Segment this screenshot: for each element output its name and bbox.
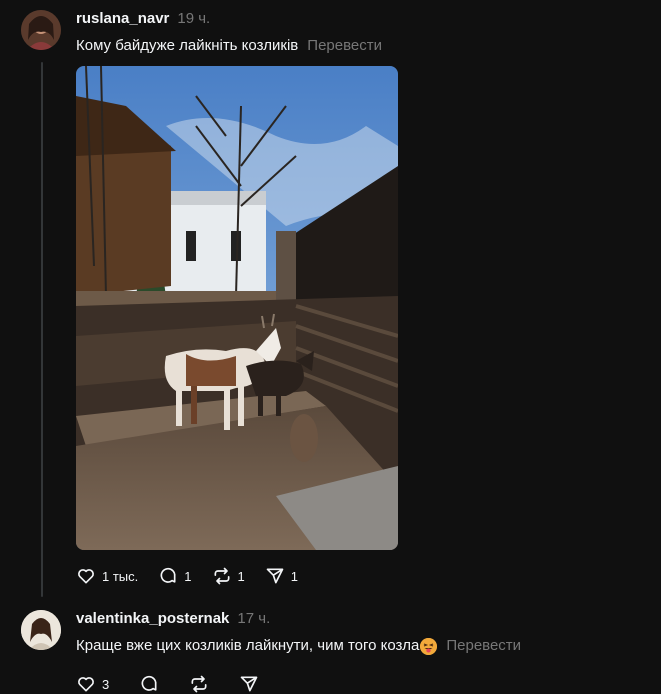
post2-header: valentinka_posternak 17 ч. xyxy=(76,610,270,627)
post2-repost-button[interactable] xyxy=(189,674,209,694)
post1-repost-button[interactable]: 1 xyxy=(212,566,245,586)
post1-timestamp[interactable]: 19 ч. xyxy=(177,10,210,27)
post1-like-count: 1 тыс. xyxy=(102,568,139,584)
post2-text: Краще вже цих козликів лайкнути, чим тог… xyxy=(76,637,420,654)
post1-body: Кому байдуже лайкніть козликів Перевести xyxy=(76,36,382,56)
post2-like-count: 3 xyxy=(102,676,110,692)
thread-page: ruslana_navr 19 ч. Кому байдуже лайкніть… xyxy=(0,0,661,694)
post1-share-count: 1 xyxy=(290,568,298,584)
post2-username[interactable]: valentinka_posternak xyxy=(76,610,229,627)
avatar-ruslana[interactable] xyxy=(21,10,61,50)
post1-translate-link[interactable]: Перевести xyxy=(307,36,382,56)
send-icon xyxy=(240,676,258,692)
heart-icon xyxy=(78,569,94,584)
post1-text: Кому байдуже лайкніть козликів xyxy=(76,37,299,54)
post1-like-button[interactable]: 1 тыс. xyxy=(76,566,138,586)
post2-like-button[interactable]: 3 xyxy=(76,674,109,694)
comment-icon xyxy=(141,675,157,691)
post1-repost-count: 1 xyxy=(237,568,245,584)
post2-share-button[interactable] xyxy=(239,674,259,694)
post2-body: Краще вже цих козликів лайкнути, чим тог… xyxy=(76,636,521,656)
post2-reply-button[interactable] xyxy=(139,674,159,694)
post1-header: ruslana_navr 19 ч. xyxy=(76,10,210,27)
post1-reply-button[interactable]: 1 xyxy=(158,566,192,586)
heart-icon xyxy=(78,677,94,692)
post1-photo-goats[interactable] xyxy=(76,66,398,550)
post2-actions: 3 xyxy=(76,674,279,694)
post1-username[interactable]: ruslana_navr xyxy=(76,10,169,27)
repost-icon xyxy=(191,675,207,693)
squinting-tongue-emoji-icon xyxy=(420,637,438,655)
post1-share-button[interactable]: 1 xyxy=(265,566,298,586)
repost-icon xyxy=(214,567,229,585)
comment-icon xyxy=(160,567,176,583)
post2-timestamp[interactable]: 17 ч. xyxy=(237,610,270,627)
thread-connector-line xyxy=(41,62,43,597)
post1-reply-count: 1 xyxy=(184,568,192,584)
send-icon xyxy=(266,568,284,584)
avatar-valentinka[interactable] xyxy=(21,610,61,650)
post2-translate-link[interactable]: Перевести xyxy=(446,636,521,656)
post1-actions: 1 тыс. 1 1 1 xyxy=(76,566,318,586)
